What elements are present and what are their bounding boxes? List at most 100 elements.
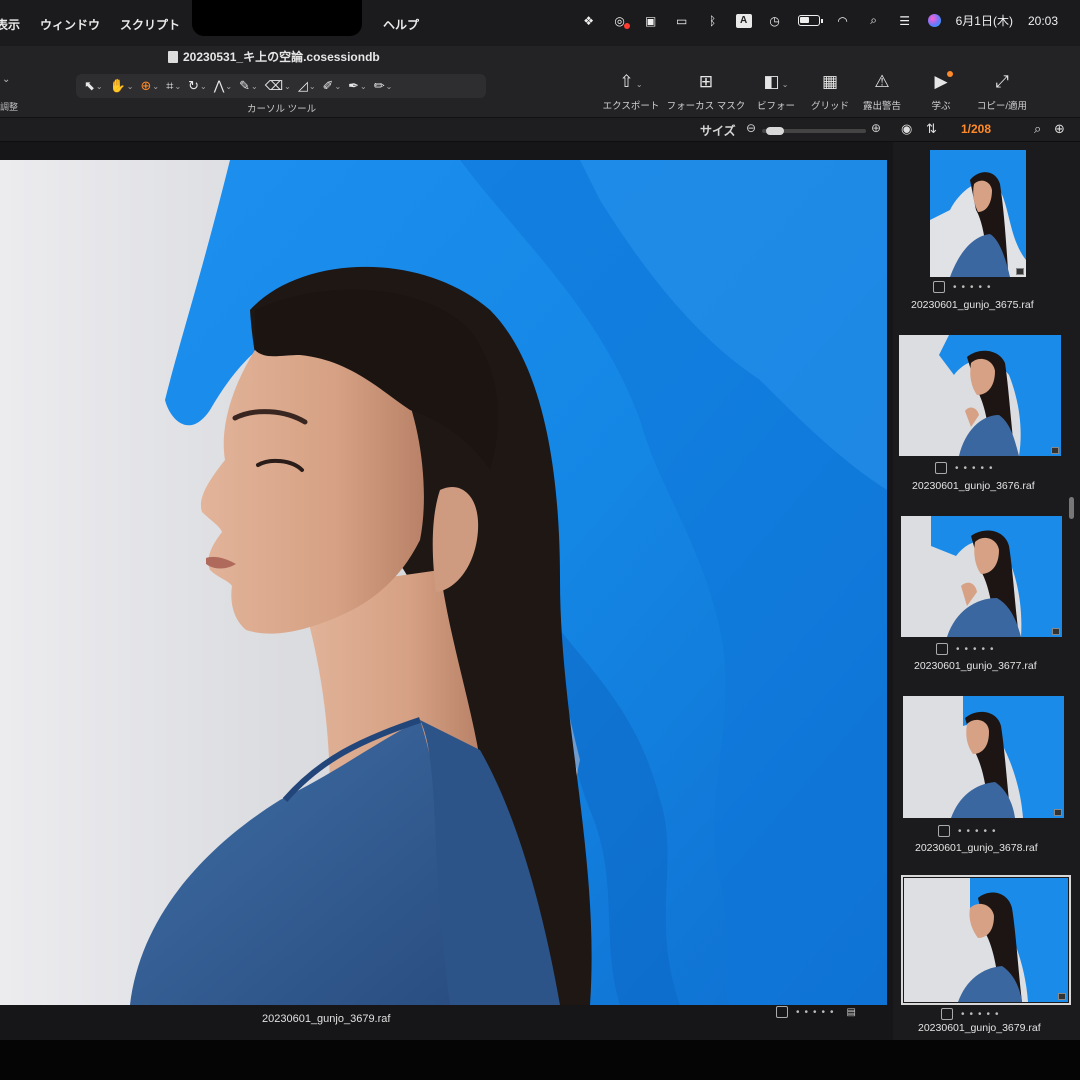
brush-tool-icon[interactable]: ✎ ⌄ <box>239 78 258 94</box>
star-rating[interactable]: ••••• <box>956 644 999 655</box>
export-label: エクスポート <box>602 101 660 112</box>
grid-button[interactable]: ▦ グリッド <box>806 72 854 112</box>
focus-mask-label: フォーカス マスク <box>666 101 746 112</box>
screen-bezel <box>0 1040 1080 1080</box>
select-tool-icon[interactable]: ⬉ ⌄ <box>84 78 103 94</box>
badge-icon <box>1051 447 1059 454</box>
chevron-down-icon[interactable]: ⌄ <box>2 74 10 85</box>
thumbnail-image[interactable] <box>901 516 1062 637</box>
heal-tool-icon[interactable]: ✐ ⌄ <box>323 78 342 94</box>
before-icon: ◧ ⌄ <box>763 72 789 91</box>
badge-icon <box>1052 628 1060 635</box>
menu-script[interactable]: スクリプト <box>120 16 180 33</box>
thumbnail-item[interactable]: ••••• 20230601_gunjo_3677.raf <box>893 513 1069 678</box>
menu-time[interactable]: 20:03 <box>1028 14 1058 28</box>
eraser-tool-icon[interactable]: ⌫ ⌄ <box>265 78 291 94</box>
eye-icon[interactable]: ◉ <box>901 121 912 137</box>
menu-help[interactable]: ヘルプ <box>383 16 419 33</box>
spotlight-icon[interactable]: ⌕ <box>866 13 882 28</box>
menu-date[interactable]: 6月1日(木) <box>956 12 1013 29</box>
thumbnail-rating-bar: ••••• <box>938 825 1001 837</box>
thumbnail-item[interactable]: ••••• 20230601_gunjo_3678.raf <box>893 694 1069 859</box>
gradient-tool-icon[interactable]: ◿ ⌄ <box>298 78 316 94</box>
thumbnail-item[interactable]: ••••• 20230601_gunjo_3676.raf <box>893 332 1069 497</box>
bluetooth-icon[interactable]: ᛒ <box>705 14 721 28</box>
screen-mirroring-icon[interactable]: ▭ <box>674 14 690 28</box>
badge-icon <box>1058 993 1066 1000</box>
thumbnail-filename: 20230601_gunjo_3677.raf <box>914 660 1037 672</box>
thumbnail-image[interactable] <box>903 696 1064 818</box>
thumbnail-image[interactable] <box>930 150 1026 277</box>
time-machine-icon[interactable]: ◷ <box>767 14 783 28</box>
star-rating[interactable]: ••••• <box>796 1007 839 1018</box>
thumbnail-filename: 20230601_gunjo_3675.raf <box>911 299 1034 311</box>
viewer-filename: 20230601_gunjo_3679.raf <box>262 1013 391 1025</box>
thumbnail-size-slider[interactable] <box>762 127 866 135</box>
dropbox-icon[interactable]: ❖ <box>581 14 597 28</box>
star-rating[interactable]: ••••• <box>958 826 1001 837</box>
control-center-icon[interactable]: ☰ <box>897 14 913 28</box>
size-label: サイズ <box>700 124 736 138</box>
app-status-icon[interactable]: ▣ <box>643 14 659 28</box>
zoom-out-icon[interactable]: ⊖ <box>746 121 756 135</box>
battery-icon[interactable] <box>797 15 823 26</box>
copy-apply-button[interactable]: ⤢ コピー/適用 <box>972 72 1032 112</box>
window-title-bar: 20230531_キ上の空論.cosessiondb <box>0 46 1080 68</box>
star-rating[interactable]: ••••• <box>953 282 996 293</box>
pan-tool-icon[interactable]: ✋ ⌄ <box>110 78 134 94</box>
badge-icon: ▤ <box>846 1006 856 1018</box>
before-button[interactable]: ◧ ⌄ ビフォー <box>746 72 806 112</box>
thumbnail-item[interactable]: ••••• 20230601_gunjo_3675.raf <box>893 148 1069 318</box>
annotate-tool-icon[interactable]: ✏ ⌄ <box>374 78 393 94</box>
slider-knob[interactable] <box>766 127 785 135</box>
thumbnail-photo <box>930 150 1026 277</box>
document-icon <box>168 50 178 63</box>
select-checkbox[interactable] <box>776 1006 788 1018</box>
window-title: 20230531_キ上の空論.cosessiondb <box>183 50 380 64</box>
rotate-tool-icon[interactable]: ↻ ⌄ <box>188 78 207 94</box>
thumbnail-rating-bar: ••••• <box>936 643 999 655</box>
select-checkbox[interactable] <box>941 1008 953 1020</box>
image-viewer[interactable]: 20230601_gunjo_3679.raf ••••• ▤ <box>0 142 893 1040</box>
browser-scrollbar[interactable] <box>1069 497 1074 519</box>
keystone-tool-icon[interactable]: ⋀ ⌄ <box>214 78 232 94</box>
viewer-rating-bar: ••••• ▤ <box>776 1006 856 1018</box>
exposure-warning-button[interactable]: ⚠ 露出警告 <box>854 72 910 112</box>
zoom-tool-icon[interactable]: ⊕ ⌄ <box>141 78 160 94</box>
browser-zoom-icon[interactable]: ⊕ <box>1054 121 1065 137</box>
crop-tool-icon[interactable]: ⌗ ⌄ <box>166 78 181 94</box>
export-icon: ⇧ ⌄ <box>619 72 643 91</box>
thumbnail-item-selected[interactable]: ••••• 20230601_gunjo_3679.raf <box>893 875 1071 1040</box>
menu-window[interactable]: ウィンドウ <box>40 16 100 33</box>
adjust-label: 調整 <box>0 102 19 112</box>
select-checkbox[interactable] <box>938 825 950 837</box>
wifi-icon[interactable]: ◠ <box>835 14 851 28</box>
thumbnail-browser[interactable]: ••••• 20230601_gunjo_3675.raf ••••• 2023… <box>893 142 1080 1040</box>
select-checkbox[interactable] <box>933 281 945 293</box>
siri-icon[interactable] <box>927 14 941 27</box>
thumbnail-photo <box>903 696 1064 818</box>
star-rating[interactable]: ••••• <box>961 1009 1004 1020</box>
camera-notch <box>192 0 362 36</box>
thumbnail-image[interactable] <box>899 335 1061 456</box>
learn-button[interactable]: ▶ 学ぶ <box>910 71 972 112</box>
select-checkbox[interactable] <box>935 462 947 474</box>
copy-apply-label: コピー/適用 <box>976 101 1028 112</box>
select-checkbox[interactable] <box>936 643 948 655</box>
main-photo[interactable] <box>0 160 887 1005</box>
menu-view[interactable]: 表示 <box>0 16 20 33</box>
search-icon[interactable]: ⌕ <box>1034 121 1041 137</box>
input-source-icon[interactable]: A <box>735 13 752 28</box>
creative-cloud-icon[interactable]: ◎ <box>612 14 630 29</box>
picker-tool-icon[interactable]: ✒ ⌄ <box>348 78 367 94</box>
badge-icon <box>1054 809 1062 816</box>
thumbnail-image[interactable] <box>901 875 1071 1005</box>
sort-icon[interactable]: ⇅ <box>926 121 937 137</box>
thumbnail-photo <box>901 516 1062 637</box>
star-rating[interactable]: ••••• <box>955 463 998 474</box>
browser-header: サイズ ⊖ ⊕ ◉ ⇅ 1/208 ⌕ ⊕ <box>0 118 1080 142</box>
focus-mask-button[interactable]: ⊞ フォーカス マスク <box>666 72 746 112</box>
export-button[interactable]: ⇧ ⌄ エクスポート <box>596 72 666 112</box>
menu-bar: 表示 ウィンドウ スクリプト ヘルプ ❖ ◎ ▣ ▭ ᛒ A ◷ ◠ ⌕ ☰ 6… <box>0 0 1080 46</box>
zoom-in-icon[interactable]: ⊕ <box>871 121 881 135</box>
